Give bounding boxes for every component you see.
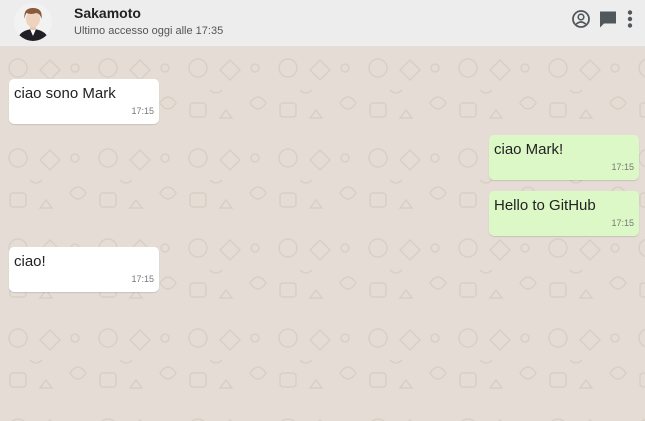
message-text: Hello to GitHub	[494, 197, 596, 214]
message-time: 17:15	[131, 274, 154, 284]
message-text: ciao Mark!	[494, 141, 564, 158]
message-bubble-incoming[interactable]: ciao! 17:15	[9, 247, 159, 292]
message-text: ciao sono Mark	[14, 85, 116, 102]
contact-name: Sakamoto	[74, 5, 141, 21]
message-time: 17:15	[611, 162, 634, 172]
message-bubble-outgoing[interactable]: ciao Mark! 17:15	[489, 135, 639, 180]
chat-header: Sakamoto Ultimo accesso oggi alle 17:35	[0, 0, 645, 47]
message-bubble-outgoing[interactable]: Hello to GitHub 17:15	[489, 191, 639, 236]
message-bubble-incoming[interactable]: ciao sono Mark 17:15	[9, 79, 159, 124]
last-seen-status: Ultimo accesso oggi alle 17:35	[74, 25, 224, 37]
message-time: 17:15	[611, 218, 634, 228]
chat-area[interactable]: ciao sono Mark 17:15 ciao Mark! 17:15 He…	[0, 48, 645, 421]
chat-icon[interactable]	[598, 9, 618, 29]
message-time: 17:15	[131, 106, 154, 116]
account-circle-icon[interactable]	[571, 9, 591, 29]
more-vertical-icon[interactable]	[621, 9, 639, 29]
message-text: ciao!	[14, 253, 46, 270]
avatar[interactable]	[14, 3, 52, 41]
